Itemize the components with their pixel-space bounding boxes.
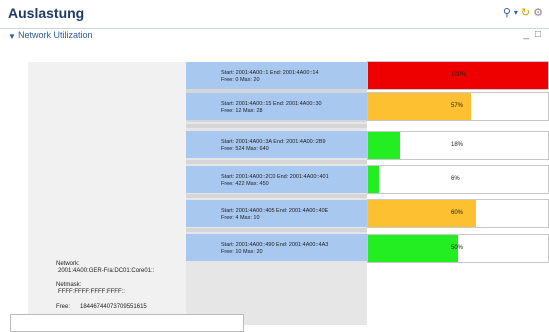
netmask-label: Netmask: — [56, 282, 82, 288]
chevron-down-icon[interactable]: ▾ — [514, 6, 518, 20]
range-bounds: Start: 2001:4A00::405 End: 2001:4A00::40… — [221, 208, 329, 214]
address-range-block[interactable]: Start: 2001:4A00::405 End: 2001:4A00::40… — [186, 200, 367, 227]
usage-bar: 60% — [367, 199, 549, 228]
block-separator — [186, 160, 367, 164]
refresh-icon[interactable]: ↻ — [521, 6, 530, 20]
usage-fill — [368, 132, 401, 159]
range-bounds: Start: 2001:4A00::15 End: 2001:4A00::30 — [221, 101, 322, 107]
address-range-block[interactable]: Start: 2001:4A00::2C0 End: 2001:4A00::40… — [186, 166, 367, 193]
usage-bar: 57% — [367, 92, 549, 121]
network-info-panel — [28, 62, 186, 325]
address-range-block[interactable]: Start: 2001:4A00::15 End: 2001:4A00::30 … — [186, 93, 367, 120]
section-title: Network Utilization — [18, 30, 93, 40]
tooltip — [10, 314, 244, 332]
range-capacity: Free: 4 Max: 10 — [221, 215, 260, 221]
usage-percent: 57% — [451, 103, 464, 109]
usage-bar: 18% — [367, 131, 549, 160]
usage-percent: 6% — [451, 176, 460, 182]
usage-fill — [368, 235, 458, 262]
block-separator — [186, 194, 367, 198]
range-bounds: Start: 2001:4A00::3A End: 2001:4A00::2B9 — [221, 139, 326, 145]
usage-percent: 100% — [451, 72, 467, 78]
free-value: 18446744073709551615 — [80, 304, 147, 310]
window-controls: _□ — [523, 29, 547, 40]
range-capacity: Free: 422 Max: 450 — [221, 181, 269, 187]
network-label: Network: — [56, 261, 80, 267]
collapse-toggle-icon[interactable]: ▼ — [8, 32, 16, 41]
view-toolbar: ⚲ ▾ ↻ ⚙ — [503, 6, 543, 20]
section-bar: ▼ Network Utilization _□ — [0, 29, 549, 43]
range-bounds: Start: 2001:4A00::1 End: 2001:4A00::14 — [221, 70, 319, 76]
netmask-value: FFFF:FFFF:FFFF:FFFF:: — [58, 289, 125, 295]
range-capacity: Free: 10 Max: 20 — [221, 249, 263, 255]
usage-bar: 6% — [367, 165, 549, 194]
range-capacity: Free: 12 Max: 28 — [221, 108, 263, 114]
view-header: Auslastung ⚲ ▾ ↻ ⚙ — [0, 0, 549, 29]
usage-percent: 50% — [451, 245, 464, 251]
range-capacity: Free: 524 Max: 640 — [221, 146, 269, 152]
usage-percent: 60% — [451, 210, 464, 216]
range-capacity: Free: 0 Max: 20 — [221, 77, 260, 83]
usage-percent: 18% — [451, 142, 464, 148]
free-label: Free: — [56, 304, 71, 310]
filter-icon[interactable]: ⚲ — [503, 6, 511, 20]
page-title: Auslastung — [8, 5, 85, 21]
address-range-block[interactable]: Start: 2001:4A00::490 End: 2001:4A00::4A… — [186, 234, 367, 261]
usage-bar: 50% — [367, 234, 549, 263]
block-separator — [186, 124, 367, 128]
usage-fill — [368, 166, 379, 193]
settings-icon[interactable]: ⚙ — [533, 6, 543, 20]
address-range-block[interactable]: Start: 2001:4A00::1 End: 2001:4A00::14 F… — [186, 62, 367, 89]
maximize-icon[interactable]: □ — [535, 29, 547, 40]
network-value: 2001:4A00:GER-Fra:DC01:Core01:: — [58, 268, 155, 274]
range-bounds: Start: 2001:4A00::490 End: 2001:4A00::4A… — [221, 242, 329, 248]
block-separator — [186, 228, 367, 232]
address-range-block[interactable]: Start: 2001:4A00::3A End: 2001:4A00::2B9… — [186, 131, 367, 158]
minimize-icon[interactable]: _ — [523, 29, 535, 40]
usage-bar: 100% — [367, 61, 549, 90]
range-bounds: Start: 2001:4A00::2C0 End: 2001:4A00::40… — [221, 174, 329, 180]
